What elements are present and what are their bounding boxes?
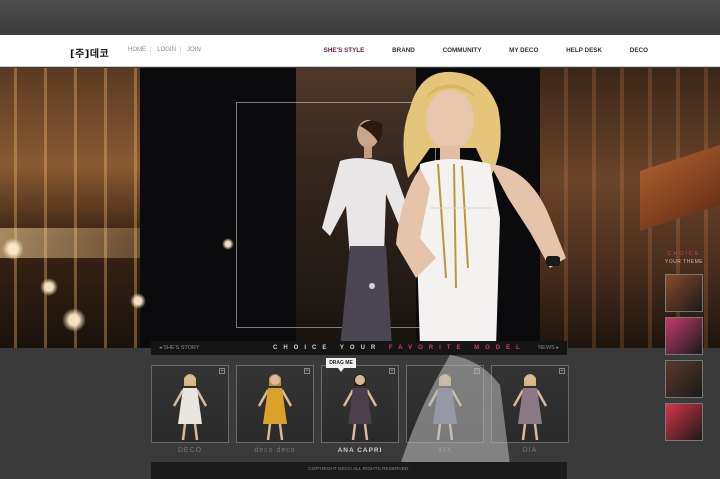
street-lamp <box>40 278 58 296</box>
news-link[interactable]: NEWS ▸ <box>538 345 559 351</box>
model-label[interactable]: DECO <box>151 447 229 454</box>
model-label[interactable]: deco.deco <box>236 447 314 454</box>
choice-title-prefix: CHOICE YOUR <box>273 344 382 351</box>
theme-subtitle: YOUR THEME <box>664 259 704 265</box>
nav-shes-style[interactable]: SHE'S STYLE <box>324 47 365 54</box>
model-figure-icon <box>257 374 293 441</box>
nav-deco[interactable]: DECO <box>630 47 648 54</box>
street-lamp <box>130 293 146 309</box>
model-figure-icon <box>172 374 208 441</box>
model-label[interactable]: ANA CAPRI <box>321 447 399 454</box>
nav-community[interactable]: COMMUNITY <box>443 47 482 54</box>
theme-panel: CHOICE YOUR THEME <box>664 250 704 445</box>
top-band <box>0 0 720 35</box>
theme-thumb[interactable] <box>665 403 703 441</box>
model-thumb[interactable]: + <box>236 365 314 443</box>
home-link[interactable]: HOME <box>128 47 146 53</box>
street-lamp <box>222 238 234 250</box>
theme-thumb[interactable] <box>665 274 703 312</box>
drag-me-tag[interactable]: DRAG ME <box>326 358 356 372</box>
theme-title: CHOICE <box>667 251 701 257</box>
main-nav: SHE'S STYLE BRAND COMMUNITY MY DECO HELP… <box>298 47 648 54</box>
header: [주]데코 HOME | LOGIN | JOIN SHE'S STYLE BRAN… <box>0 35 720 67</box>
join-link[interactable]: JOIN <box>187 47 201 53</box>
footer: COPYRIGHT DECO ALL RIGHTS RESERVED. <box>151 462 567 479</box>
nav-help-desk[interactable]: HELP DESK <box>566 47 602 54</box>
copyright: COPYRIGHT DECO ALL RIGHTS RESERVED. <box>308 467 410 472</box>
theme-thumb[interactable] <box>665 317 703 355</box>
logo[interactable]: [주]데코 <box>70 45 109 60</box>
login-link[interactable]: LOGIN <box>157 47 176 53</box>
model-figure-icon <box>342 374 378 441</box>
choice-bar: ◂ SHE'S STORY CHOICE YOUR FAVORITE MODEL… <box>151 341 567 355</box>
nav-brand[interactable]: BRAND <box>392 47 415 54</box>
model-thumb[interactable]: + <box>321 365 399 443</box>
choice-title: CHOICE YOUR FAVORITE MODEL <box>273 345 526 351</box>
theme-thumb[interactable] <box>665 360 703 398</box>
nav-my-deco[interactable]: MY DECO <box>509 47 538 54</box>
street-lamp <box>2 238 24 260</box>
model-blonde-image <box>396 71 566 348</box>
street-lamp <box>62 308 86 332</box>
model-thumb[interactable]: + <box>151 365 229 443</box>
shes-story-link[interactable]: ◂ SHE'S STORY <box>159 345 200 351</box>
hero-stage <box>0 68 720 348</box>
theme-panel-header: CHOICE YOUR THEME <box>664 250 704 270</box>
choice-title-highlight: FAVORITE MODEL <box>388 344 526 351</box>
utility-links: HOME | LOGIN | JOIN <box>128 47 201 53</box>
building-left <box>0 68 140 348</box>
dragged-model-ghost <box>400 355 510 465</box>
